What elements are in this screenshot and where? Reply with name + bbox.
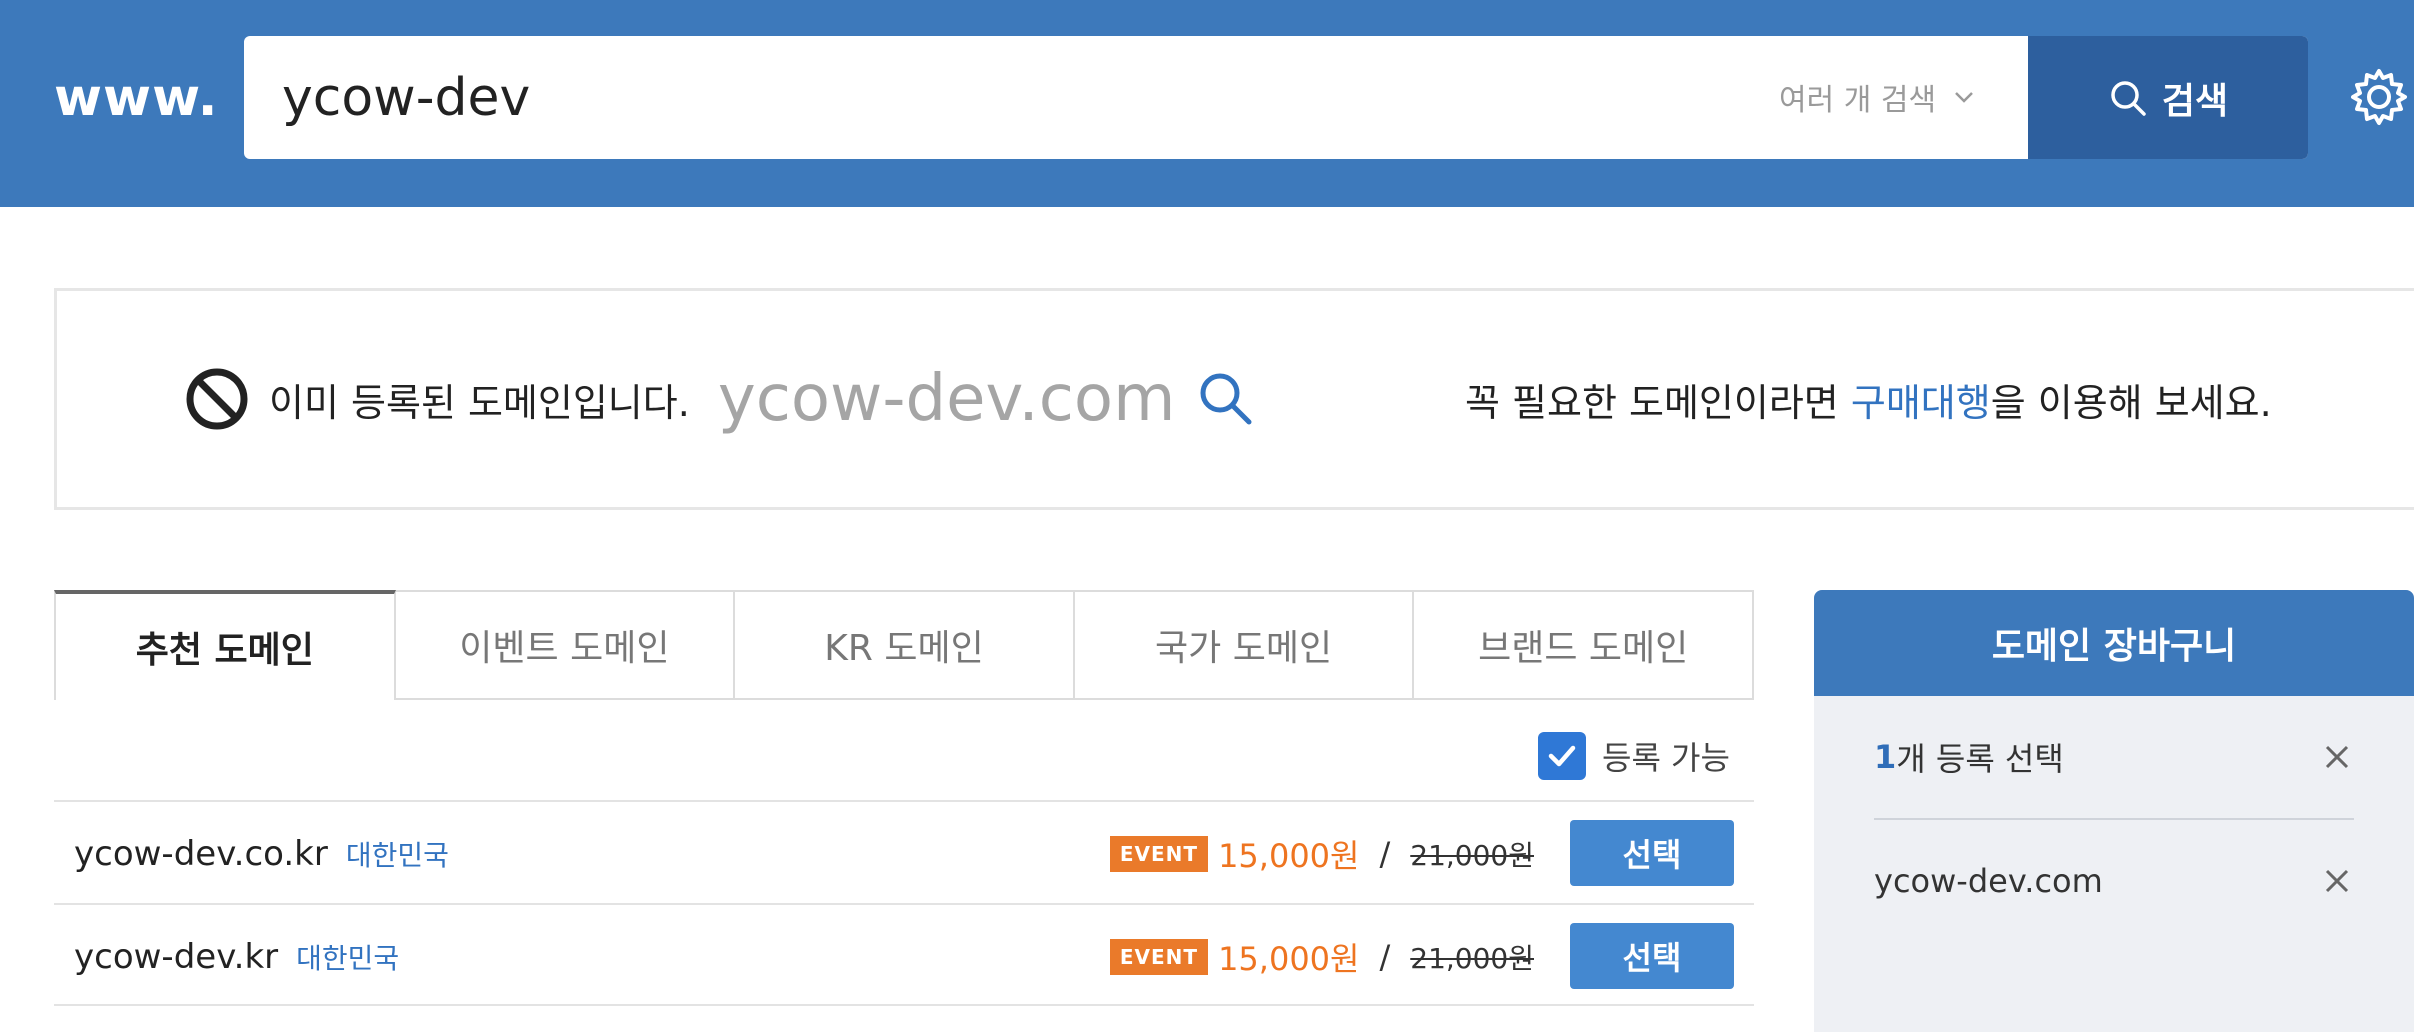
multi-search-label: 여러 개 검색 xyxy=(1779,83,1937,118)
price-cell: EVENT 15,000원 / 21,000원 xyxy=(1109,802,1534,905)
search-button-label: 검색 xyxy=(2161,80,2229,122)
domain-cell: ycow-dev.kr 대한민국 xyxy=(74,905,399,1008)
search-icon[interactable] xyxy=(1195,368,1257,430)
multi-search-dropdown[interactable]: 여러 개 검색 xyxy=(1779,72,1974,122)
close-icon[interactable] xyxy=(2320,740,2354,774)
search-button[interactable]: 검색 xyxy=(2028,36,2308,159)
available-label: 등록 가능 xyxy=(1602,739,1730,777)
check-icon xyxy=(1548,745,1576,767)
original-price: 21,000원 xyxy=(1410,838,1534,872)
search-icon xyxy=(2111,80,2146,116)
price-separator: / xyxy=(1379,834,1391,873)
tab-country[interactable]: 국가 도메인 xyxy=(1074,590,1415,700)
gear-icon[interactable] xyxy=(2348,66,2410,128)
cart-title: 도메인 장바구니 xyxy=(1814,590,2414,696)
ban-icon xyxy=(186,368,248,430)
cart-item: ycow-dev.com xyxy=(1874,820,2354,942)
available-checkbox[interactable] xyxy=(1538,732,1586,780)
chevron-down-icon xyxy=(1955,92,1973,103)
event-badge: EVENT xyxy=(1109,938,1209,975)
top-search-bar: www. 여러 개 검색 검색 xyxy=(0,0,2414,207)
original-price: 21,000원 xyxy=(1410,941,1534,975)
tip-suffix: 을 이용해 보세요. xyxy=(1990,380,2272,425)
cart-item-domain: ycow-dev.com xyxy=(1874,862,2103,900)
domain-category-tabs: 추천 도메인 이벤트 도메인 KR 도메인 국가 도메인 브랜드 도메인 xyxy=(54,590,1754,700)
domain-result-list: ycow-dev.co.kr 대한민국 EVENT 15,000원 / 21,0… xyxy=(54,800,1754,1006)
table-row: ycow-dev.co.kr 대한민국 EVENT 15,000원 / 21,0… xyxy=(54,800,1754,903)
current-price: 15,000원 xyxy=(1218,836,1360,875)
domain-status-panel: 이미 등록된 도메인입니다. ycow-dev.com 꼭 필요한 도메인이라면… xyxy=(54,288,2414,510)
search-input[interactable] xyxy=(282,62,1582,134)
select-button[interactable]: 선택 xyxy=(1570,820,1734,886)
tab-event[interactable]: 이벤트 도메인 xyxy=(395,590,736,700)
purchase-proxy-tip: 꼭 필요한 도메인이라면 구매대행 을 이용해 보세요. xyxy=(1465,291,2272,507)
domain-cart: 도메인 장바구니 1 개 등록 선택 ycow-dev.com xyxy=(1814,590,2414,1032)
cart-count-row: 1 개 등록 선택 xyxy=(1874,696,2354,820)
event-badge: EVENT xyxy=(1109,835,1209,872)
cart-count: 1 xyxy=(1874,738,1897,776)
cart-count-label: 개 등록 선택 xyxy=(1896,740,2064,778)
domain-prefix: www. xyxy=(54,68,219,128)
price-separator: / xyxy=(1379,937,1391,976)
select-button[interactable]: 선택 xyxy=(1570,923,1734,989)
status-text: 이미 등록된 도메인입니다. xyxy=(269,380,690,425)
domain-name: ycow-dev.co.kr xyxy=(74,833,328,874)
country-link[interactable]: 대한민국 xyxy=(296,937,399,977)
current-price: 15,000원 xyxy=(1218,939,1360,978)
search-box: 여러 개 검색 검색 xyxy=(244,36,2308,159)
tip-prefix: 꼭 필요한 도메인이라면 xyxy=(1465,380,1839,425)
domain-name: ycow-dev.kr xyxy=(74,936,279,977)
tab-recommended[interactable]: 추천 도메인 xyxy=(54,590,396,700)
purchase-proxy-link[interactable]: 구매대행 xyxy=(1851,372,1991,427)
status-message: 이미 등록된 도메인입니다. ycow-dev.com xyxy=(185,291,1257,507)
available-filter: 등록 가능 xyxy=(1538,728,1730,784)
tab-brand[interactable]: 브랜드 도메인 xyxy=(1414,590,1754,700)
table-row: ycow-dev.kr 대한민국 EVENT 15,000원 / 21,000원… xyxy=(54,903,1754,1006)
close-icon[interactable] xyxy=(2320,864,2354,898)
tab-kr[interactable]: KR 도메인 xyxy=(735,590,1075,700)
domain-cell: ycow-dev.co.kr 대한민국 xyxy=(74,802,449,905)
country-link[interactable]: 대한민국 xyxy=(346,834,449,874)
price-cell: EVENT 15,000원 / 21,000원 xyxy=(1109,905,1534,1008)
status-domain: ycow-dev.com xyxy=(717,362,1176,436)
